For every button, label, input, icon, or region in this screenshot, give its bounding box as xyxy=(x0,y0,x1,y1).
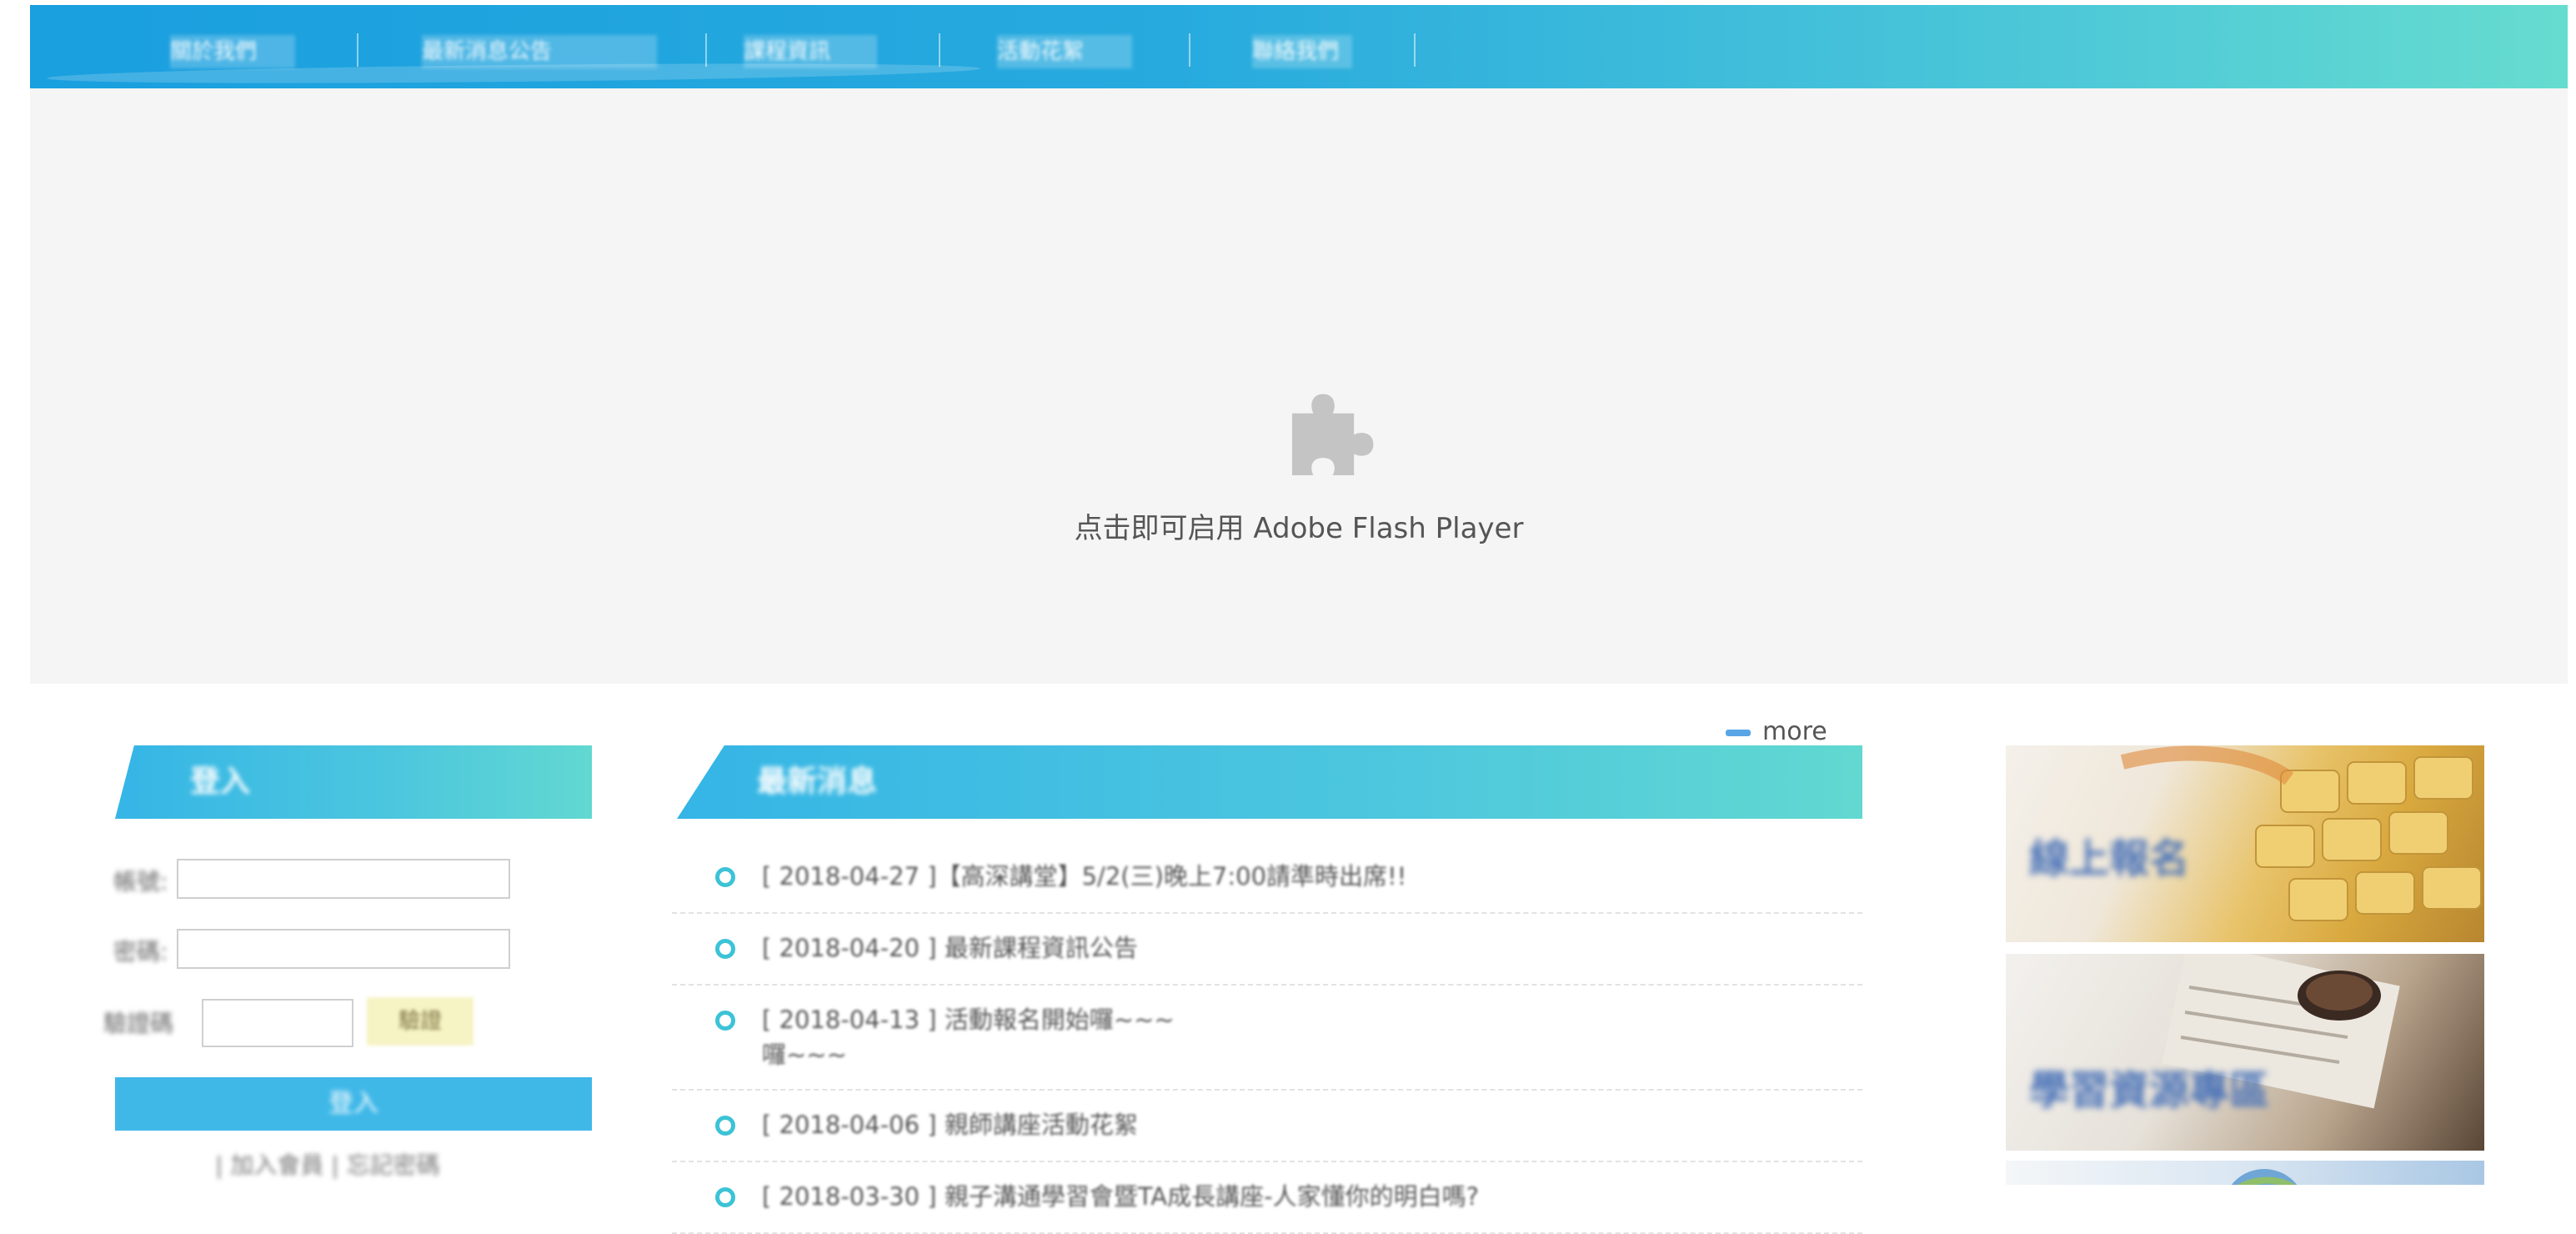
captcha-image[interactable]: 驗證 xyxy=(367,997,474,1046)
bullet-icon xyxy=(715,939,735,959)
news-item[interactable]: [ 2018-04-13 ] 活動報名開始囉~~~ 囉~~~ xyxy=(672,986,1862,1091)
news-item[interactable]: [ 2018-04-06 ] 親師講座活動花絮 xyxy=(672,1091,1862,1162)
feature-banner-resources[interactable]: 學習資源專區 xyxy=(2006,954,2484,1151)
register-forgot-links[interactable]: | 加入會員 | 忘記密碼 xyxy=(215,1147,440,1181)
news-panel-title: 最新消息 xyxy=(757,765,878,799)
news-item[interactable]: [ 2018-04-20 ] 最新課程資訊公告 xyxy=(672,914,1862,986)
login-button[interactable]: 登入 xyxy=(115,1077,592,1131)
news-item-text: [ 2018-04-06 ] 親師講座活動花絮 xyxy=(762,1111,1138,1139)
feature-banner-globe[interactable] xyxy=(2006,1161,2484,1185)
news-item-text: [ 2018-04-13 ] 活動報名開始囉~~~ xyxy=(762,1006,1175,1034)
news-item-text: [ 2018-04-20 ] 最新課程資訊公告 xyxy=(762,934,1138,962)
news-panel-header: 最新消息 xyxy=(677,745,1862,819)
bullet-icon xyxy=(715,1116,735,1136)
nav-item-news[interactable]: 最新消息公告 xyxy=(422,35,657,68)
nav-item-activities[interactable]: 活動花絮 xyxy=(997,35,1132,68)
feature-banner-signup[interactable]: 線上報名 xyxy=(2006,745,2484,942)
news-item[interactable]: [ 2018-03-30 ] 親子溝通學習會暨TA成長講座-人家懂你的明白嗎? xyxy=(672,1162,1862,1234)
nav-separator xyxy=(1414,33,1416,67)
nav-separator xyxy=(939,33,940,67)
password-label: 密碼: xyxy=(113,938,168,966)
account-label: 帳號: xyxy=(113,868,168,895)
feature-label-signup: 線上報名 xyxy=(2029,835,2190,882)
news-item-text: [ 2018-04-27 ]【高深講堂】5/2(三)晚上7:00請準時出席!! xyxy=(762,862,1407,890)
login-panel-title: 登入 xyxy=(190,765,251,799)
news-item[interactable]: [ 2018-04-27 ]【高深講堂】5/2(三)晚上7:00請準時出席!! xyxy=(672,842,1862,914)
bullet-icon xyxy=(715,1011,735,1031)
news-item-continuation: 囉~~~ xyxy=(762,1041,847,1069)
news-more-link[interactable]: more xyxy=(1726,717,1827,746)
account-input[interactable] xyxy=(177,859,510,899)
flash-enable-message: 点击即可启用 Adobe Flash Player xyxy=(1074,512,1524,545)
news-list: [ 2018-04-27 ]【高深講堂】5/2(三)晚上7:00請準時出席!! … xyxy=(672,842,1862,1234)
puzzle-piece-icon xyxy=(1291,394,1374,476)
nav-separator xyxy=(705,33,707,67)
coffee-newspaper-photo xyxy=(2162,954,2400,1109)
feature-label-resources: 學習資源專區 xyxy=(2029,1067,2270,1114)
bullet-icon xyxy=(715,867,735,887)
login-panel-header: 登入 xyxy=(115,745,592,819)
nav-separator xyxy=(357,33,358,67)
nav-separator xyxy=(1189,33,1190,67)
top-navigation-bar: 關於我們 最新消息公告 課程資訊 活動花絮 聯絡我們 xyxy=(30,5,2568,88)
nav-item-contact[interactable]: 聯絡我們 xyxy=(1252,35,1352,68)
flash-player-placeholder[interactable]: 点击即可启用 Adobe Flash Player xyxy=(30,88,2568,684)
nav-item-about[interactable]: 關於我們 xyxy=(170,35,295,68)
login-button-label: 登入 xyxy=(328,1089,378,1118)
captcha-label: 驗證碼 xyxy=(103,1010,174,1037)
globe-photo xyxy=(2231,1169,2298,1185)
password-input[interactable] xyxy=(177,929,510,969)
bullet-icon xyxy=(715,1187,735,1207)
nav-item-courses[interactable]: 課程資訊 xyxy=(744,35,877,68)
captcha-input[interactable] xyxy=(202,999,353,1047)
news-item-text: [ 2018-03-30 ] 親子溝通學習會暨TA成長講座-人家懂你的明白嗎? xyxy=(762,1182,1479,1211)
